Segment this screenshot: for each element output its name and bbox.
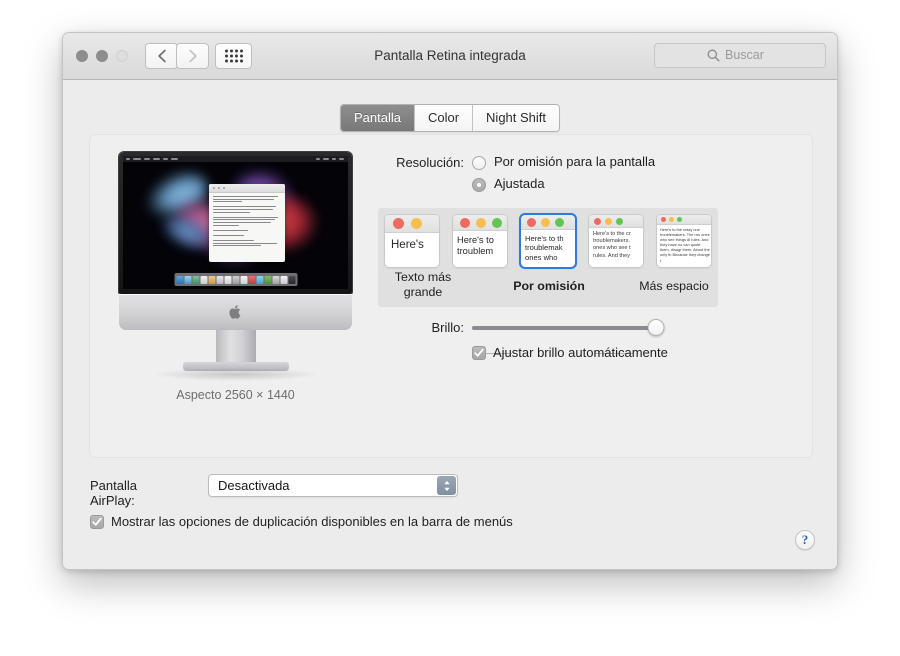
- tab-bar: Pantalla Color Night Shift: [339, 104, 561, 132]
- radio-scaled[interactable]: [472, 178, 486, 192]
- airplay-value: Desactivada: [218, 478, 290, 493]
- scale-label-center: Por omisión: [513, 279, 585, 293]
- scale-thumb-3[interactable]: Here's to th troublemak ones who: [519, 213, 577, 269]
- thumb-text: Here's to th troublemak ones who: [525, 234, 564, 262]
- thumb-titlebar: [521, 215, 575, 230]
- resolution-option-scaled[interactable]: Ajustada: [376, 175, 796, 197]
- thumb-titlebar: [589, 215, 643, 228]
- preview-window-text: [209, 193, 285, 251]
- auto-brightness-label: Ajustar brillo automáticamente: [493, 345, 668, 360]
- scale-thumb-1[interactable]: Here's: [385, 215, 439, 267]
- display-bezel: [119, 152, 352, 294]
- thumb-titlebar: [385, 215, 439, 233]
- resolution-scale-strip: Here's Here's to troublem Here's to th t…: [378, 208, 718, 354]
- resolution-thumbnails: Here's Here's to troublem Here's to th t…: [378, 213, 718, 271]
- window-titlebar: Pantalla Retina integrada Buscar: [63, 33, 837, 80]
- window-body: Pantalla Color Night Shift Aspecto 2560 …: [63, 80, 837, 569]
- radio-default-label: Por omisión para la pantalla: [494, 154, 656, 169]
- search-icon: [707, 49, 720, 62]
- tab-pantalla[interactable]: Pantalla: [340, 105, 415, 131]
- thumb-text: Here's to troublem: [457, 235, 494, 256]
- search-placeholder: Buscar: [725, 48, 764, 62]
- thumb-titlebar: [453, 215, 507, 231]
- preview-window-titlebar: [209, 184, 285, 193]
- airplay-stepper-arrows[interactable]: [437, 476, 456, 495]
- scale-thumb-2[interactable]: Here's to troublem: [453, 215, 507, 267]
- slider-knob[interactable]: [647, 319, 665, 336]
- thumb-text: Here's to the cr troublemakers. ones who…: [593, 231, 631, 259]
- scale-thumb-5[interactable]: Here's to the crazy one troublemakers. T…: [657, 215, 711, 267]
- apple-logo-icon: [229, 305, 240, 319]
- mirroring-label: Mostrar las opciones de duplicación disp…: [111, 514, 513, 529]
- checkmark-icon: [92, 517, 102, 526]
- brightness-label: Brillo:: [431, 320, 464, 335]
- help-glyph: ?: [801, 532, 809, 547]
- airplay-label: Pantalla AirPlay:: [90, 478, 137, 508]
- resolution-scale-labels: Texto más grande Por omisión Más espacio: [378, 270, 718, 354]
- airplay-select[interactable]: Desactivada: [208, 474, 458, 497]
- imac-display-preview: Aspecto 2560 × 1440: [113, 152, 358, 412]
- radio-default[interactable]: [472, 156, 486, 170]
- thumb-text: Here's to the crazy one troublemakers. T…: [660, 227, 710, 263]
- preview-menu-bar: [123, 156, 348, 162]
- aspect-caption: Aspecto 2560 × 1440: [176, 388, 295, 402]
- radio-scaled-label: Ajustada: [494, 176, 545, 191]
- search-input[interactable]: Buscar: [654, 43, 826, 68]
- auto-brightness-checkbox[interactable]: [472, 346, 486, 360]
- imac-shadow: [151, 368, 320, 381]
- display-screen: [123, 156, 348, 289]
- display-controls: Resolución: Por omisión para la pantalla…: [376, 153, 796, 360]
- imac-stand-neck: [215, 330, 256, 364]
- chevron-updown-icon: [443, 480, 450, 491]
- display-settings-panel: Aspecto 2560 × 1440 Resolución: Por omis…: [90, 135, 812, 457]
- preview-textedit-window: [209, 184, 285, 262]
- help-button[interactable]: ?: [795, 530, 815, 550]
- thumb-text: Here's: [391, 239, 424, 251]
- brightness-slider[interactable]: [472, 319, 746, 336]
- tab-night-shift[interactable]: Night Shift: [473, 105, 560, 131]
- system-preferences-window: Pantalla Retina integrada Buscar Pantall…: [62, 32, 838, 570]
- scale-label-right: Más espacio: [639, 279, 709, 293]
- preview-dock: [174, 273, 297, 286]
- tab-color[interactable]: Color: [414, 105, 474, 131]
- mirroring-checkbox[interactable]: [90, 515, 104, 529]
- imac-chin: [119, 294, 352, 330]
- resolution-option-default[interactable]: Por omisión para la pantalla: [376, 153, 796, 175]
- checkmark-icon: [474, 348, 484, 357]
- slider-fill: [472, 326, 656, 330]
- scale-thumb-4[interactable]: Here's to the cr troublemakers. ones who…: [589, 215, 643, 267]
- thumb-titlebar: [657, 215, 711, 225]
- scale-label-left: Texto más grande: [394, 270, 452, 299]
